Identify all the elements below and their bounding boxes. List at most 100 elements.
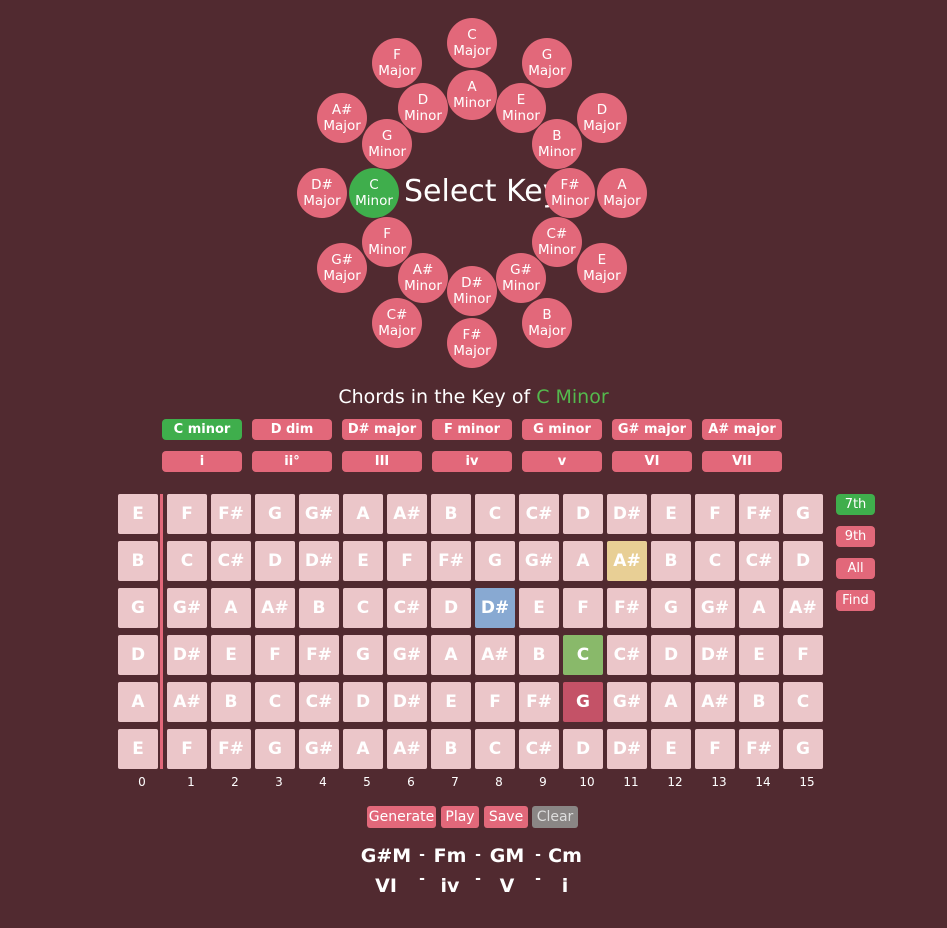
fret-cell[interactable]: B [299, 588, 339, 628]
fret-cell[interactable]: E [651, 729, 691, 769]
fret-cell[interactable]: E [519, 588, 559, 628]
numeral-button-i[interactable]: i [162, 451, 242, 472]
fret-cell[interactable]: D# [299, 541, 339, 581]
fret-cell[interactable]: D [563, 494, 603, 534]
fret-cell[interactable]: F [387, 541, 427, 581]
key-c-sharp-minor[interactable]: C# Minor [531, 217, 582, 267]
fret-cell[interactable]: F [167, 494, 207, 534]
fret-cell[interactable]: E [118, 494, 158, 534]
fret-cell[interactable]: F [475, 682, 515, 722]
fret-cell[interactable]: G [783, 494, 823, 534]
fret-cell[interactable]: C# [739, 541, 779, 581]
fret-cell[interactable]: A [651, 682, 691, 722]
chord-button-g-sharp-major[interactable]: G# major [612, 419, 692, 440]
key-c-sharp-major[interactable]: C# Major [372, 297, 422, 348]
fret-cell[interactable]: G# [695, 588, 735, 628]
fret-cell[interactable]: F [695, 494, 735, 534]
chord-button-d-sharp-major[interactable]: D# major [342, 419, 422, 440]
numeral-button-ii-dim[interactable]: ii° [252, 451, 332, 472]
key-g-major[interactable]: G Major [522, 38, 572, 89]
fret-cell[interactable]: G# [167, 588, 207, 628]
fret-cell[interactable]: G [563, 682, 603, 722]
fret-cell[interactable]: F# [211, 729, 251, 769]
7th-button[interactable]: 7th [836, 494, 875, 515]
numeral-button-vii[interactable]: VII [702, 451, 782, 472]
fret-cell[interactable]: B [211, 682, 251, 722]
fret-cell[interactable]: F# [519, 682, 559, 722]
find-button[interactable]: Find [836, 590, 875, 611]
numeral-button-v[interactable]: v [522, 451, 602, 472]
fret-cell[interactable]: F# [607, 588, 647, 628]
fret-cell[interactable]: D# [607, 729, 647, 769]
fret-cell[interactable]: E [343, 541, 383, 581]
fret-cell[interactable]: A# [783, 588, 823, 628]
fret-cell[interactable]: F# [739, 494, 779, 534]
chord-button-f-minor[interactable]: F minor [432, 419, 512, 440]
fret-cell[interactable]: A [211, 588, 251, 628]
numeral-button-iii[interactable]: III [342, 451, 422, 472]
fret-cell[interactable]: D# [607, 494, 647, 534]
key-c-minor[interactable]: C Minor [349, 168, 399, 218]
chord-button-g-minor[interactable]: G minor [522, 419, 602, 440]
numeral-button-iv[interactable]: iv [432, 451, 512, 472]
fret-cell[interactable]: A [343, 494, 383, 534]
key-f-minor[interactable]: F Minor [362, 217, 413, 267]
fret-cell[interactable]: A [343, 729, 383, 769]
key-a-minor[interactable]: A Minor [447, 70, 497, 120]
key-g-sharp-major[interactable]: G# Major [317, 243, 368, 293]
key-d-sharp-minor[interactable]: D# Minor [447, 266, 497, 316]
fret-cell[interactable]: C [167, 541, 207, 581]
fret-cell[interactable]: C [695, 541, 735, 581]
fret-cell[interactable]: A [431, 635, 471, 675]
fret-cell[interactable]: C [563, 635, 603, 675]
fret-cell[interactable]: B [739, 682, 779, 722]
fret-cell[interactable]: E [739, 635, 779, 675]
fret-cell[interactable]: D [783, 541, 823, 581]
fret-cell[interactable]: C [783, 682, 823, 722]
fret-cell[interactable]: B [118, 541, 158, 581]
fret-cell[interactable]: D [343, 682, 383, 722]
chord-button-a-sharp-major[interactable]: A# major [702, 419, 782, 440]
key-b-major[interactable]: B Major [522, 297, 572, 348]
fret-cell[interactable]: B [431, 729, 471, 769]
fret-cell[interactable]: G# [387, 635, 427, 675]
key-g-sharp-minor[interactable]: G# Minor [496, 252, 546, 303]
fret-cell[interactable]: G [475, 541, 515, 581]
all-button[interactable]: All [836, 558, 875, 579]
key-f-sharp-major[interactable]: F# Major [447, 318, 497, 368]
fret-cell[interactable]: F [695, 729, 735, 769]
fret-cell[interactable]: C# [519, 729, 559, 769]
fret-cell[interactable]: G# [607, 682, 647, 722]
fret-cell[interactable]: G [783, 729, 823, 769]
fret-cell[interactable]: C# [607, 635, 647, 675]
fret-cell[interactable]: D# [695, 635, 735, 675]
key-a-sharp-minor[interactable]: A# Minor [398, 252, 448, 303]
fret-cell[interactable]: C# [211, 541, 251, 581]
fret-cell[interactable]: A# [255, 588, 295, 628]
fret-cell[interactable]: A# [695, 682, 735, 722]
chord-button-d-dim[interactable]: D dim [252, 419, 332, 440]
fret-cell[interactable]: A# [167, 682, 207, 722]
play-button[interactable]: Play [441, 806, 479, 828]
fret-cell[interactable]: G [255, 729, 295, 769]
fret-cell[interactable]: A# [387, 494, 427, 534]
fret-cell[interactable]: G [651, 588, 691, 628]
fret-cell[interactable]: A [739, 588, 779, 628]
fret-cell[interactable]: C# [387, 588, 427, 628]
fret-cell[interactable]: A# [387, 729, 427, 769]
fret-cell[interactable]: C# [519, 494, 559, 534]
clear-button[interactable]: Clear [532, 806, 578, 828]
fret-cell[interactable]: G [343, 635, 383, 675]
fret-cell[interactable]: D [255, 541, 295, 581]
fret-cell[interactable]: D# [475, 588, 515, 628]
fret-cell[interactable]: F [167, 729, 207, 769]
fret-cell[interactable]: E [211, 635, 251, 675]
fret-cell[interactable]: F [255, 635, 295, 675]
fret-cell[interactable]: F [783, 635, 823, 675]
fret-cell[interactable]: A# [475, 635, 515, 675]
fret-cell[interactable]: B [651, 541, 691, 581]
fret-cell[interactable]: D [431, 588, 471, 628]
fret-cell[interactable]: B [431, 494, 471, 534]
fret-cell[interactable]: E [651, 494, 691, 534]
fret-cell[interactable]: D [118, 635, 158, 675]
